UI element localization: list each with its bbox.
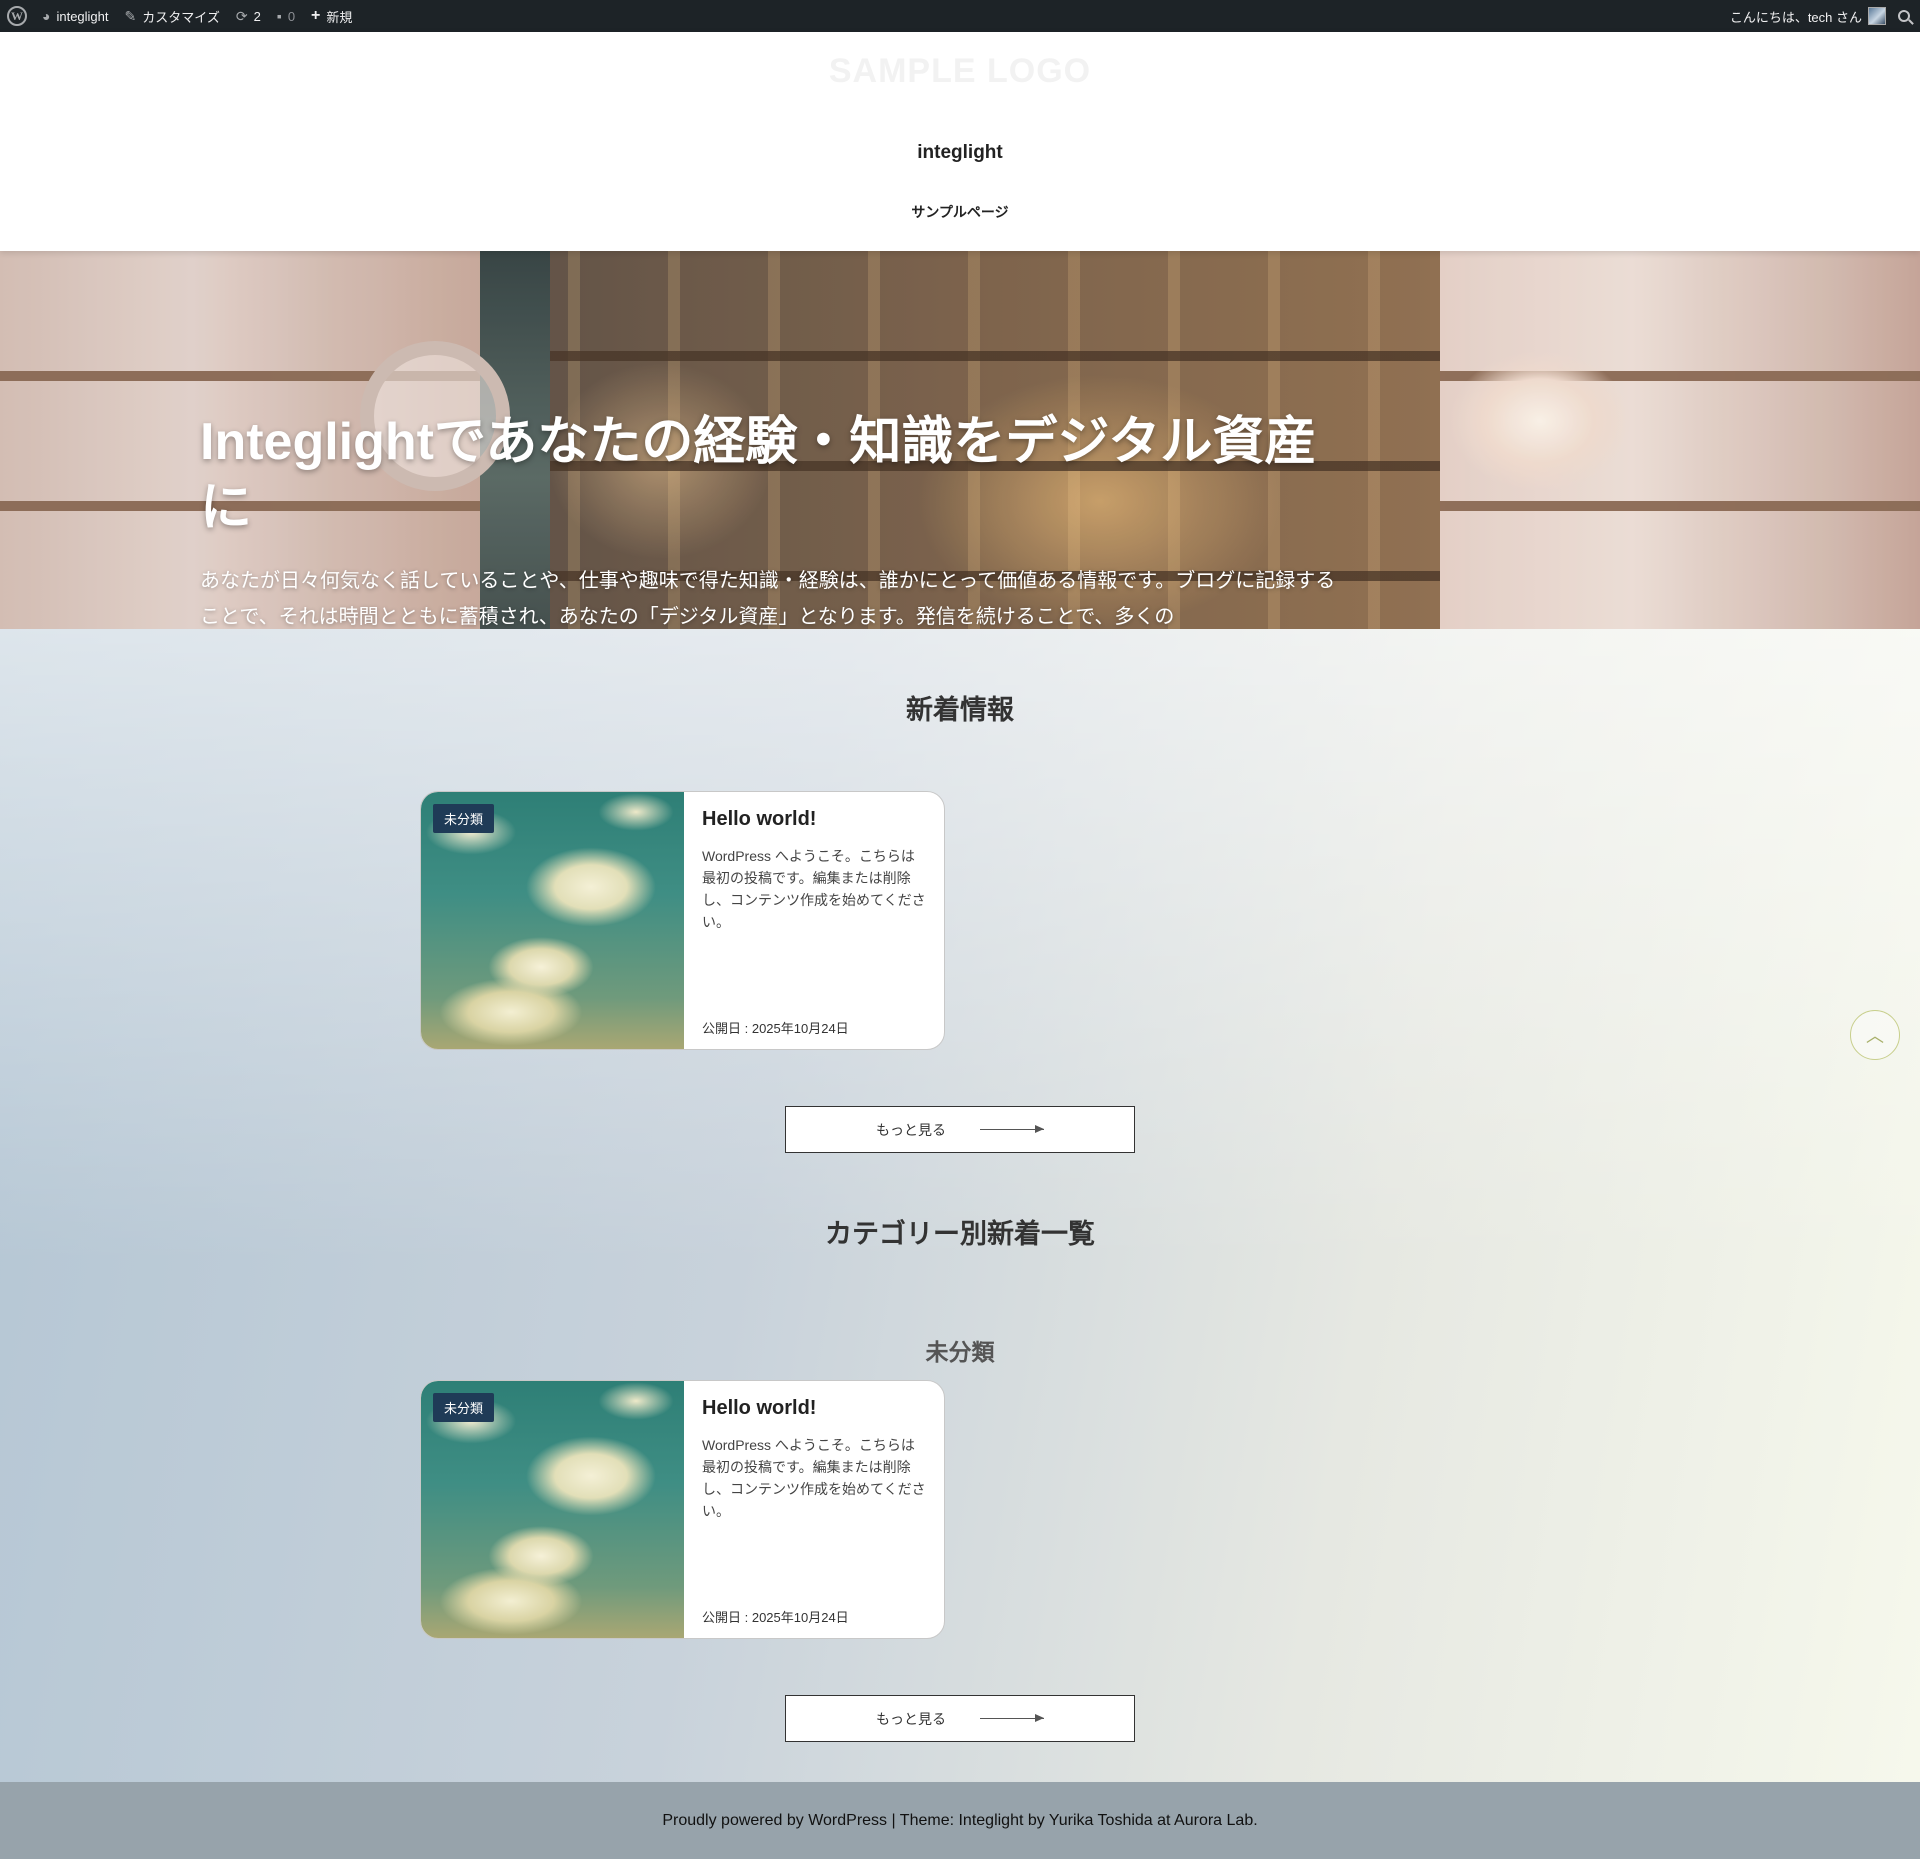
more-button-label: もっと見る — [876, 1121, 946, 1138]
post-title[interactable]: Hello world! — [702, 808, 926, 831]
post-card[interactable]: 未分類 Hello world! WordPress へようこそ。こちらは最初の… — [420, 1380, 945, 1639]
back-to-top-button[interactable]: ︿ — [1850, 1010, 1900, 1060]
brush-icon: ✎ — [124, 8, 137, 24]
chevron-up-icon: ︿ — [1866, 1026, 1884, 1046]
new-posts-heading: 新着情報 — [906, 695, 1014, 725]
post-card[interactable]: 未分類 Hello world! WordPress へようこそ。こちらは最初の… — [420, 791, 945, 1050]
post-title[interactable]: Hello world! — [702, 1397, 926, 1420]
hero-text: あなたが日々何気なく話していることや、仕事や趣味で得た知識・経験は、誰かにとって… — [200, 570, 1336, 628]
post-date: 公開日 : 2025年10月24日 — [702, 1610, 849, 1625]
new-label: 新規 — [326, 9, 353, 25]
admin-bar-right: こんにちは、tech さん — [1722, 0, 1920, 32]
wordpress-logo-icon: W — [7, 6, 27, 26]
post-thumbnail[interactable]: 未分類 — [421, 792, 684, 1049]
more-button[interactable]: もっと見る — [785, 1106, 1135, 1153]
post-card-body: Hello world! WordPress へようこそ。こちらは最初の投稿です… — [684, 792, 944, 1049]
customize-label: カスタマイズ — [142, 9, 220, 25]
my-account-link[interactable]: こんにちは、tech さん — [1722, 0, 1894, 32]
plus-icon: + — [311, 7, 321, 24]
updates-icon: ⟳ — [235, 8, 248, 24]
nav-item-sample-page[interactable]: サンプルページ — [0, 202, 1920, 222]
site-footer: Proudly powered by WordPress | Theme: In… — [0, 1782, 1920, 1859]
updates-link[interactable]: ⟳ 2 — [228, 0, 269, 32]
site-title[interactable]: integlight — [0, 142, 1920, 164]
more-button-label: もっと見る — [876, 1710, 946, 1727]
greeting-label: こんにちは、tech さん — [1729, 9, 1862, 25]
category-posts-heading: カテゴリー別新着一覧 — [825, 1219, 1095, 1249]
hero-banner: Integlightであなたの経験・知識をデジタル資産に あなたが日々何気なく話… — [0, 251, 1920, 629]
admin-bar: W ◕ integlight ✎ カスタマイズ ⟳ 2 ▪ 0 + 新規 こんに… — [0, 0, 1920, 32]
avatar-icon — [1868, 7, 1886, 25]
post-date: 公開日 : 2025年10月24日 — [702, 1021, 849, 1036]
arrow-right-icon — [980, 1125, 1044, 1133]
comments-count: 0 — [287, 8, 296, 24]
more-button[interactable]: もっと見る — [785, 1695, 1135, 1742]
updates-count: 2 — [253, 8, 261, 24]
post-excerpt: WordPress へようこそ。こちらは最初の投稿です。編集または削除し、コンテ… — [702, 1437, 926, 1519]
arrow-right-icon — [980, 1714, 1044, 1722]
search-icon[interactable] — [1898, 10, 1910, 22]
post-excerpt: WordPress へようこそ。こちらは最初の投稿です。編集または削除し、コンテ… — [702, 848, 926, 930]
site-name-link[interactable]: ◕ integlight — [34, 0, 117, 32]
customize-link[interactable]: ✎ カスタマイズ — [117, 0, 228, 32]
footer-credit: Proudly powered by WordPress | Theme: In… — [662, 1811, 1258, 1829]
comment-icon: ▪ — [276, 8, 282, 24]
comments-link[interactable]: ▪ 0 — [269, 0, 303, 32]
new-content-link[interactable]: + 新規 — [303, 0, 360, 32]
site-logo[interactable]: SAMPLE LOGO — [0, 52, 1920, 91]
dashboard-icon: ◕ — [42, 8, 51, 24]
category-badge[interactable]: 未分類 — [433, 1393, 495, 1422]
site-header: SAMPLE LOGO integlight サンプルページ — [0, 32, 1920, 251]
post-thumbnail[interactable]: 未分類 — [421, 1381, 684, 1638]
admin-bar-left: W ◕ integlight ✎ カスタマイズ ⟳ 2 ▪ 0 + 新規 — [0, 0, 360, 32]
hero-title: Integlightであなたの経験・知識をデジタル資産に — [200, 413, 1317, 537]
main-content: 新着情報 未分類 Hello world! WordPress へようこそ。こち… — [0, 629, 1920, 1782]
category-badge[interactable]: 未分類 — [433, 804, 495, 833]
site-name-label: integlight — [56, 8, 109, 24]
post-card-body: Hello world! WordPress へようこそ。こちらは最初の投稿です… — [684, 1381, 944, 1638]
category-heading: 未分類 — [925, 1339, 995, 1365]
wp-menu[interactable]: W — [0, 0, 34, 32]
